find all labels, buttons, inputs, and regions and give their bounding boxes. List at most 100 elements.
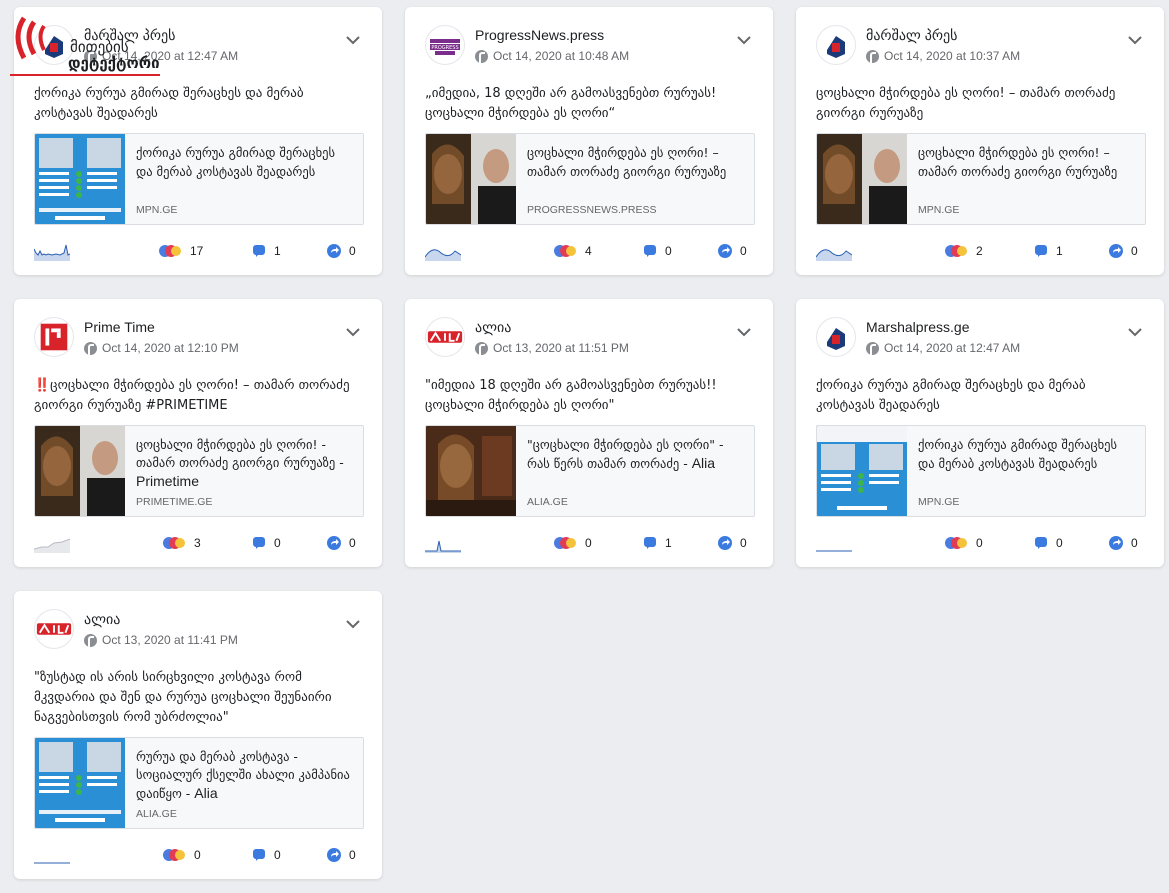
reactions-icon: [162, 848, 186, 862]
comments-count[interactable]: 0: [643, 241, 672, 261]
chevron-down-icon[interactable]: [1126, 31, 1144, 49]
post-card: Prime Time Oct 14, 2020 at 12:10 PM ‼️ცო…: [14, 299, 382, 567]
page-name[interactable]: ProgressNews.press: [475, 27, 604, 43]
post-time[interactable]: Oct 13, 2020 at 11:51 PM: [475, 341, 629, 356]
comments-count[interactable]: 1: [252, 241, 281, 261]
page-name[interactable]: ალია: [475, 319, 511, 336]
link-preview[interactable]: ცოცხალი მჭირდება ეს ღორი! - თამარ თორაძე…: [34, 425, 364, 517]
chevron-down-icon[interactable]: [344, 31, 362, 49]
reactions-count[interactable]: 17: [158, 241, 203, 261]
page-name[interactable]: Prime Time: [84, 319, 155, 335]
post-header: ალია Oct 13, 2020 at 11:51 PM: [425, 315, 761, 359]
shares-count[interactable]: 0: [718, 533, 747, 553]
share-icon: [1109, 536, 1123, 550]
post-card: PROGRESS ProgressNews.press Oct 14, 2020…: [405, 7, 773, 275]
post-header: Marshalpress.ge Oct 14, 2020 at 12:47 AM: [816, 315, 1152, 359]
comments-count[interactable]: 1: [643, 533, 672, 553]
link-preview[interactable]: ცოცხალი მჭირდება ეს ღორი! – თამარ თორაძე…: [425, 133, 755, 225]
page-avatar[interactable]: [34, 317, 74, 357]
reactions-count[interactable]: 0: [162, 845, 201, 865]
comment-icon: [1034, 536, 1048, 550]
post-time[interactable]: Oct 14, 2020 at 10:48 AM: [475, 49, 629, 64]
reactions-count[interactable]: 4: [553, 241, 592, 261]
page-avatar[interactable]: [816, 317, 856, 357]
reactions-count[interactable]: 0: [553, 533, 592, 553]
link-preview[interactable]: ქორიკა რურუა გმირად შერაცხეს და მერაბ კო…: [34, 133, 364, 225]
chevron-down-icon[interactable]: [735, 323, 753, 341]
link-domain: MPN.GE: [918, 496, 960, 508]
facebook-icon: [866, 49, 879, 64]
comments-count[interactable]: 0: [252, 533, 281, 553]
post-message: "ზუსტად ის არის სირცხვილი კოსტავა რომ მკ…: [34, 670, 332, 725]
reactions-count[interactable]: 2: [944, 241, 983, 261]
link-preview[interactable]: რურუა და მერაბ კოსტავა - სოციალურ ქსელში…: [34, 737, 364, 829]
link-domain: MPN.GE: [918, 204, 960, 216]
link-preview[interactable]: ცოცხალი მჭირდება ეს ღორი! – თამარ თორაძე…: [816, 133, 1146, 225]
post-message: „იმედია, 18 დღეში არ გამოასვენებთ რურუას…: [425, 86, 717, 121]
shares-count[interactable]: 0: [327, 241, 356, 261]
chevron-down-icon[interactable]: [1126, 323, 1144, 341]
link-domain: ALIA.GE: [527, 496, 568, 508]
page-avatar[interactable]: [816, 25, 856, 65]
post-card: ალია Oct 13, 2020 at 11:51 PM "იმედია 18…: [405, 299, 773, 567]
shares-count[interactable]: 0: [327, 845, 356, 865]
post-message: ქორიკა რურუა გმირად შერაცხეს და მერაბ კო…: [34, 86, 304, 121]
share-icon: [327, 244, 341, 258]
link-title: ქორიკა რურუა გმირად შერაცხეს და მერაბ კო…: [136, 145, 336, 179]
post-stats: 4 0 0: [425, 241, 763, 261]
activity-sparkline: [34, 244, 70, 261]
link-domain: PRIMETIME.GE: [136, 496, 213, 508]
comment-icon: [252, 848, 266, 862]
post-time[interactable]: Oct 14, 2020 at 10:37 AM: [866, 49, 1020, 64]
share-icon: [1109, 244, 1123, 258]
link-title: ცოცხალი მჭირდება ეს ღორი! - თამარ თორაძე…: [136, 437, 344, 489]
link-preview[interactable]: ქორიკა რურუა გმირად შერაცხეს და მერაბ კო…: [816, 425, 1146, 517]
page-avatar[interactable]: [425, 317, 465, 357]
facebook-icon: [475, 341, 488, 356]
comments-count[interactable]: 0: [252, 845, 281, 865]
shares-count[interactable]: 0: [327, 533, 356, 553]
reactions-icon: [553, 536, 577, 550]
link-title: "ცოცხალი მჭირდება ეს ღორი" - რას წერს თა…: [527, 437, 724, 471]
page-name[interactable]: ალია: [84, 611, 120, 628]
shares-count[interactable]: 0: [718, 241, 747, 261]
post-header: Prime Time Oct 14, 2020 at 12:10 PM: [34, 315, 370, 359]
link-title: ცოცხალი მჭირდება ეს ღორი! – თამარ თორაძე…: [527, 145, 727, 179]
post-time[interactable]: Oct 14, 2020 at 12:47 AM: [866, 341, 1020, 356]
share-icon: [718, 536, 732, 550]
page-avatar[interactable]: [34, 609, 74, 649]
chevron-down-icon[interactable]: [344, 615, 362, 633]
post-stats: 3 0 0: [34, 533, 372, 553]
chevron-down-icon[interactable]: [344, 323, 362, 341]
comment-icon: [252, 244, 266, 258]
reactions-icon: [553, 244, 577, 258]
reactions-icon: [944, 244, 968, 258]
post-time[interactable]: Oct 13, 2020 at 11:41 PM: [84, 633, 238, 648]
shares-count[interactable]: 0: [1109, 241, 1138, 261]
post-message: ქორიკა რურუა გმირად შერაცხეს და მერაბ კო…: [816, 378, 1086, 413]
shares-count[interactable]: 0: [1109, 533, 1138, 553]
page-name[interactable]: Marshalpress.ge: [866, 319, 970, 335]
svg-text:დეტექტორი: დეტექტორი: [68, 54, 160, 72]
post-header: PROGRESS ProgressNews.press Oct 14, 2020…: [425, 23, 761, 67]
post-message: ცოცხალი მჭირდება ეს ღორი! – თამარ თორაძე…: [816, 86, 1116, 121]
link-preview[interactable]: "ცოცხალი მჭირდება ეს ღორი" - რას წერს თა…: [425, 425, 755, 517]
share-icon: [718, 244, 732, 258]
facebook-icon: [84, 341, 97, 356]
post-stats: 0 1 0: [425, 533, 763, 553]
reactions-icon: [944, 536, 968, 550]
link-thumbnail: [817, 426, 907, 516]
comments-count[interactable]: 0: [1034, 533, 1063, 553]
page-avatar[interactable]: PROGRESS: [425, 25, 465, 65]
comments-count[interactable]: 1: [1034, 241, 1063, 261]
post-time[interactable]: Oct 14, 2020 at 12:10 PM: [84, 341, 239, 356]
page-name[interactable]: მარშალ პრეს: [866, 27, 957, 44]
link-thumbnail: [426, 134, 516, 224]
link-thumbnail: [35, 738, 125, 828]
link-title: ქორიკა რურუა გმირად შერაცხეს და მერაბ კო…: [918, 437, 1118, 471]
post-message: "იმედია 18 დღეში არ გამოასვენებთ რურუას!…: [425, 378, 717, 413]
reactions-count[interactable]: 0: [944, 533, 983, 553]
activity-sparkline: [34, 862, 70, 864]
reactions-count[interactable]: 3: [162, 533, 201, 553]
chevron-down-icon[interactable]: [735, 31, 753, 49]
